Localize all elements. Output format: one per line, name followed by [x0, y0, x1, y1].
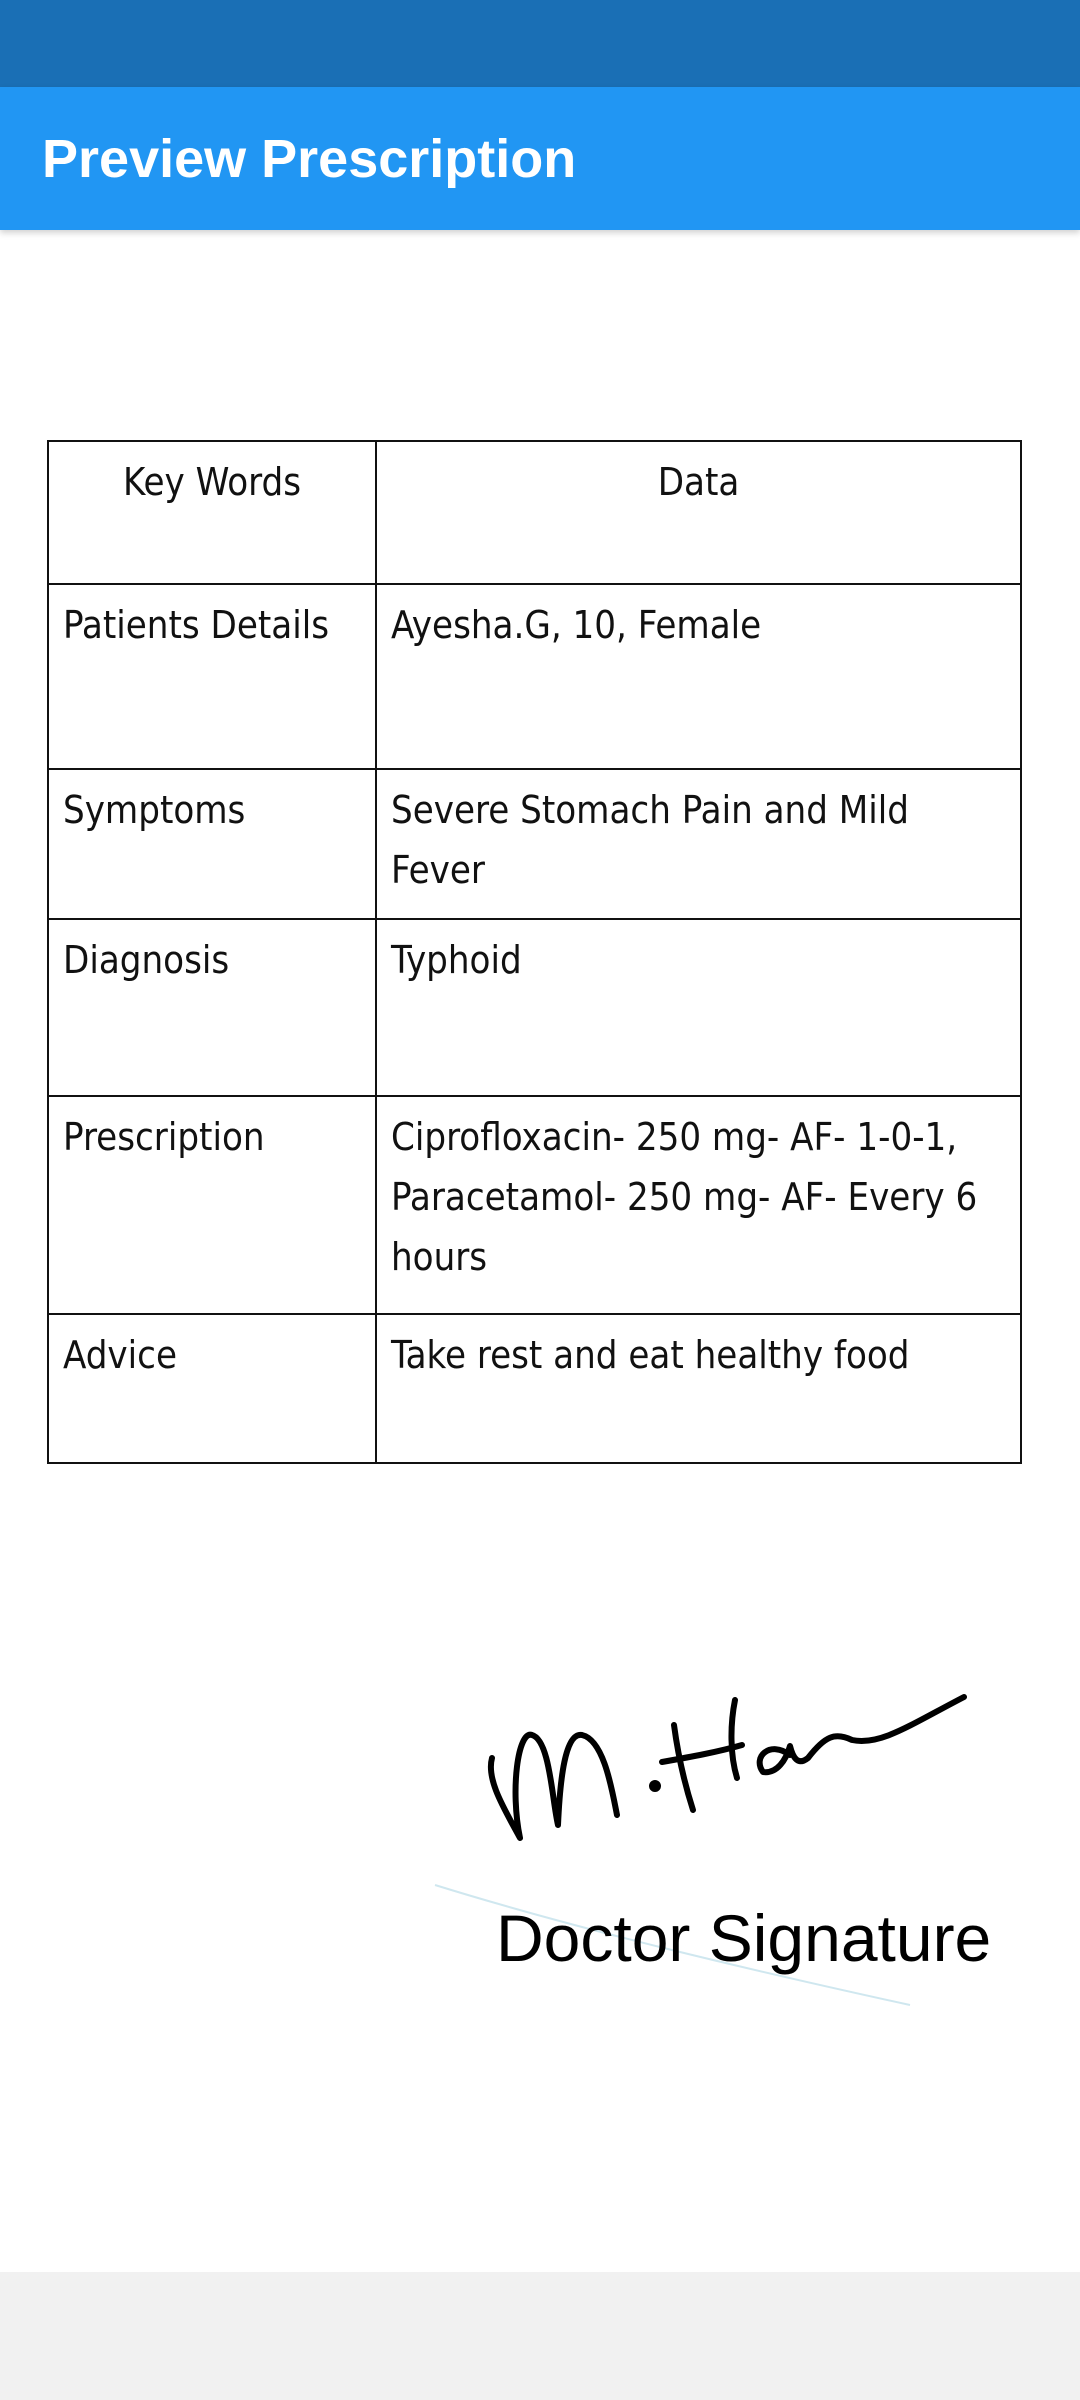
prescription-line: Ciprofloxacin- 250 mg- AF- 1-0-1,	[391, 1115, 958, 1159]
key-words-header: Key Words	[47, 440, 377, 585]
table-row-diagnosis: Diagnosis Typhoid	[47, 918, 1022, 1097]
row-value-patient-details: Ayesha.G, 10, Female	[375, 583, 1022, 770]
navigation-bar	[0, 2272, 1080, 2400]
prescription-table: Key Words Data Patients Details Ayesha.G…	[47, 440, 1022, 1464]
table-row-advice: Advice Take rest and eat healthy food	[47, 1313, 1022, 1464]
page-title: Preview Prescription	[42, 128, 577, 189]
status-bar	[0, 0, 1080, 87]
table-row-symptoms: Symptoms Severe Stomach Pain and Mild Fe…	[47, 768, 1022, 920]
app-bar: Preview Prescription	[0, 87, 1080, 230]
row-key-prescription: Prescription	[47, 1095, 377, 1315]
prescription-line: Paracetamol- 250 mg- AF- Every 6	[391, 1175, 978, 1219]
row-key-diagnosis: Diagnosis	[47, 918, 377, 1097]
table-header-row: Key Words Data	[47, 440, 1022, 585]
data-header: Data	[375, 440, 1022, 585]
table-row-prescription: Prescription Ciprofloxacin- 250 mg- AF- …	[47, 1095, 1022, 1315]
doctor-signature-image	[487, 1694, 967, 1841]
table-row-patient-details: Patients Details Ayesha.G, 10, Female	[47, 583, 1022, 770]
row-value-symptoms: Severe Stomach Pain and Mild Fever	[375, 768, 1022, 920]
row-key-patient-details: Patients Details	[47, 583, 377, 770]
row-key-symptoms: Symptoms	[47, 768, 377, 920]
prescription-line: hours	[391, 1235, 488, 1279]
row-value-prescription: Ciprofloxacin- 250 mg- AF- 1-0-1, Parace…	[375, 1095, 1022, 1315]
row-value-advice: Take rest and eat healthy food	[375, 1313, 1022, 1464]
signature-caption: Doctor Signature	[496, 1901, 992, 1975]
row-key-advice: Advice	[47, 1313, 377, 1464]
row-value-diagnosis: Typhoid	[375, 918, 1022, 1097]
